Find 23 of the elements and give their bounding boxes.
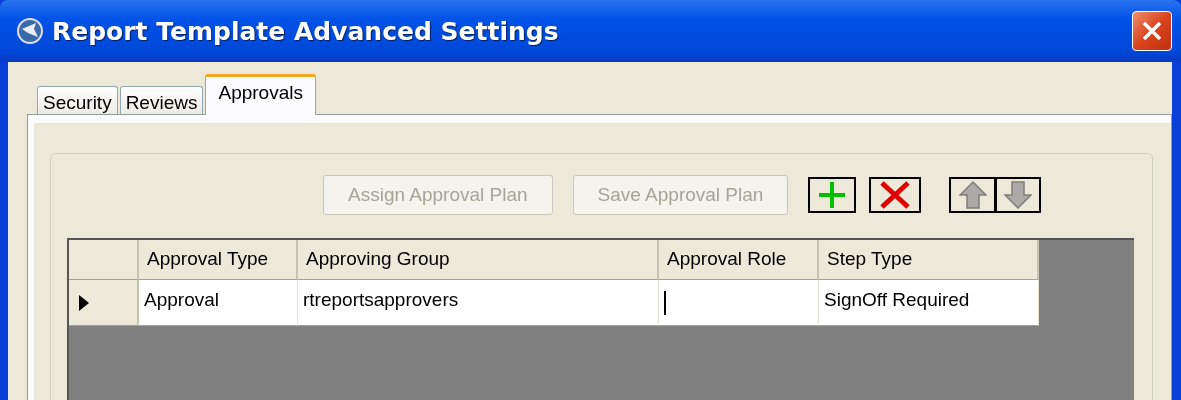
input-field[interactable]	[659, 280, 819, 326]
table-cell: Approval	[139, 280, 298, 326]
app-icon	[16, 17, 44, 45]
tab[interactable]: Approvals	[205, 74, 316, 115]
corner-header	[69, 240, 139, 280]
delete-button[interactable]	[869, 177, 922, 213]
close-button[interactable]	[1132, 11, 1172, 51]
arrow-down-icon	[1004, 180, 1033, 210]
plus-icon	[817, 180, 848, 210]
column-header[interactable]: Step Type	[819, 240, 1039, 280]
window-title: Report Template Advanced Settings	[52, 16, 560, 46]
table-cell: rtreportsapprovers	[298, 280, 659, 326]
close-icon	[1140, 19, 1164, 43]
tab[interactable]: Security	[37, 86, 118, 114]
add-button[interactable]	[808, 177, 857, 213]
table-cell: SignOff Required	[819, 280, 1039, 326]
arrow-up-icon	[958, 180, 987, 210]
tab[interactable]: Reviews	[119, 86, 204, 114]
column-header[interactable]: Approval Role	[659, 240, 819, 280]
close-icon	[879, 180, 912, 210]
column-header[interactable]: Approving Group	[298, 240, 659, 280]
row-header[interactable]	[69, 280, 139, 326]
column-header[interactable]: Approval Type	[139, 240, 298, 280]
